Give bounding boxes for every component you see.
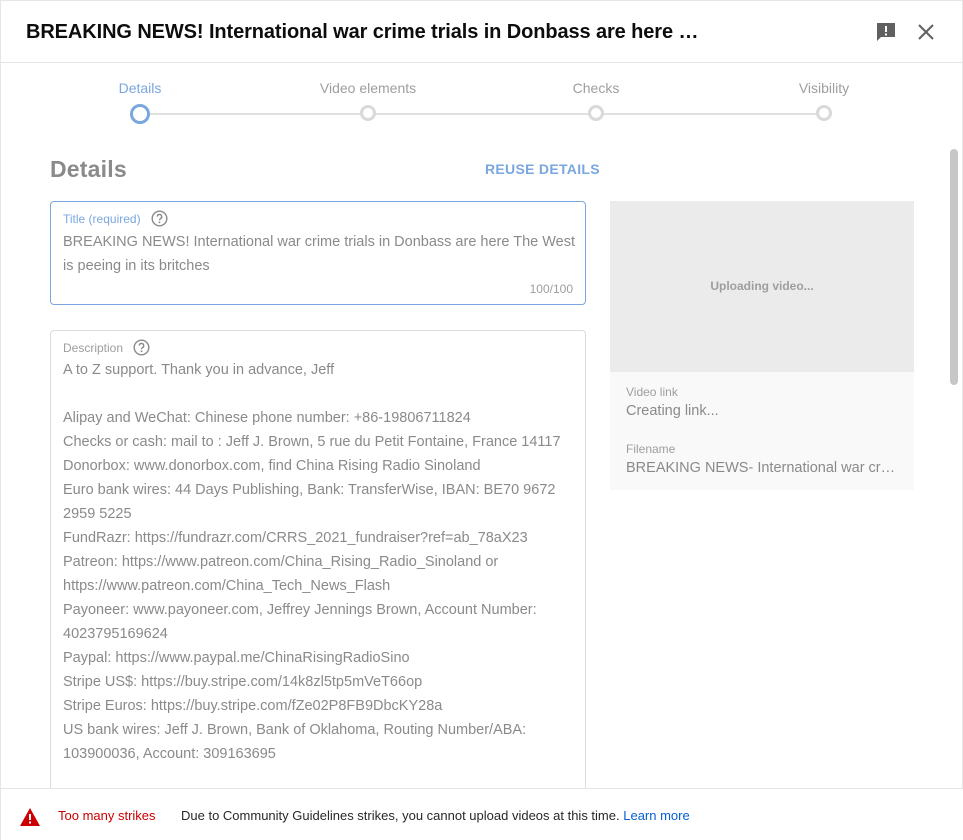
upload-dialog: BREAKING NEWS! International war crime t… — [0, 0, 963, 840]
upload-status: Uploading video... — [710, 279, 814, 293]
filename-label: Filename — [626, 442, 676, 456]
description-field-label-row: Description — [63, 339, 150, 356]
dialog-header: BREAKING NEWS! International war crime t… — [1, 1, 963, 63]
dialog-footer: Too many strikes Due to Community Guidel… — [1, 788, 963, 840]
dialog-title: BREAKING NEWS! International war crime t… — [26, 21, 706, 43]
description-input[interactable]: A to Z support. Thank you in advance, Je… — [63, 358, 575, 766]
step-dot-visibility — [816, 105, 832, 121]
title-input[interactable]: BREAKING NEWS! International war crime t… — [63, 230, 575, 278]
video-preview: Uploading video... — [610, 201, 914, 372]
video-link-value: Creating link... — [626, 403, 719, 419]
step-dot-video-elements — [360, 105, 376, 121]
feedback-icon[interactable] — [874, 20, 898, 44]
description-field-label: Description — [63, 340, 124, 355]
title-char-count: 100/100 — [529, 282, 573, 296]
stepper-line — [140, 113, 824, 115]
close-icon[interactable] — [914, 20, 938, 44]
footer-message: Due to Community Guidelines strikes, you… — [181, 808, 620, 823]
title-field-label-row: Title (required) — [63, 210, 168, 227]
warning-icon — [19, 807, 41, 827]
footer-message-row: Due to Community Guidelines strikes, you… — [181, 808, 690, 823]
help-icon[interactable] — [133, 339, 150, 356]
step-label-checks: Checks — [572, 80, 620, 96]
step-label-details: Details — [118, 80, 162, 96]
strikes-label: Too many strikes — [58, 808, 156, 823]
step-dot-checks — [588, 105, 604, 121]
title-field[interactable]: Title (required) BREAKING NEWS! Internat… — [50, 201, 586, 305]
scrollbar-thumb[interactable] — [950, 149, 958, 385]
reuse-details-button[interactable]: REUSE DETAILS — [485, 161, 600, 177]
description-field[interactable]: Description A to Z support. Thank you in… — [50, 330, 586, 800]
step-dot-details — [130, 104, 150, 124]
progress-stepper: Details Video elements Checks Visibility — [1, 63, 963, 133]
video-link-label: Video link — [626, 385, 678, 399]
step-label-video-elements: Video elements — [319, 80, 417, 96]
title-field-label: Title (required) — [63, 211, 141, 226]
section-title: Details — [50, 156, 127, 182]
video-preview-card: Uploading video... Video link Creating l… — [610, 201, 914, 490]
help-icon[interactable] — [151, 210, 168, 227]
learn-more-link[interactable]: Learn more — [623, 808, 689, 823]
filename-value: BREAKING NEWS- International war crime t… — [626, 460, 898, 476]
step-label-visibility: Visibility — [798, 80, 850, 96]
